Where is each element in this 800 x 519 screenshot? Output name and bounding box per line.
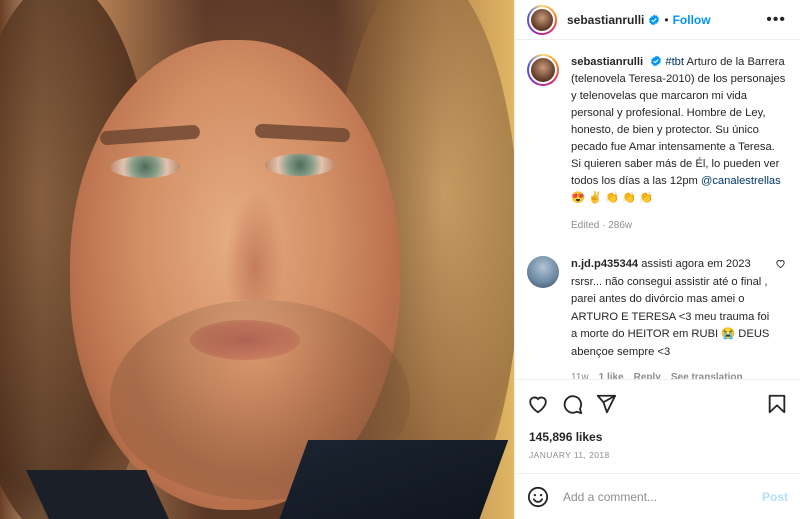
comment-actions: 11w 1 like Reply See translation — [571, 369, 771, 379]
caption-text: sebastianrulli #tbt Arturo de la Barrera… — [571, 54, 786, 234]
comment-composer: Post — [515, 473, 800, 519]
comment-time[interactable]: 11w — [571, 369, 589, 379]
comment-text: assisti agora em 2023 rsrsr... não conse… — [571, 258, 770, 358]
post-sidebar: sebastianrulli • Follow ••• sebastianrul… — [514, 0, 800, 519]
post-header: sebastianrulli • Follow ••• — [515, 0, 800, 40]
save-bookmark-icon[interactable] — [766, 393, 788, 415]
comment-bubble-icon[interactable] — [561, 393, 583, 415]
comment-body: n.jd.p435344 assisti agora em 2023 rsrsr… — [571, 256, 771, 379]
photo-eye-left — [110, 156, 180, 178]
follow-button[interactable]: Follow — [673, 13, 711, 27]
photo-eye-right — [265, 154, 335, 176]
photo-collar-right — [271, 440, 509, 519]
more-options-icon[interactable]: ••• — [766, 11, 786, 28]
author-avatar-photo — [529, 6, 555, 33]
caption-username[interactable]: sebastianrulli — [571, 56, 643, 68]
add-comment-input[interactable] — [563, 489, 762, 504]
commenter-avatar-photo — [527, 256, 559, 288]
caption-row: sebastianrulli #tbt Arturo de la Barrera… — [527, 54, 786, 234]
caption-mention[interactable]: @canalestrellas — [701, 175, 781, 187]
caption-avatar[interactable] — [527, 54, 559, 86]
author-avatar[interactable] — [527, 4, 557, 35]
share-paper-plane-icon[interactable] — [595, 393, 617, 415]
instagram-post-modal: sebastianrulli • Follow ••• sebastianrul… — [0, 0, 800, 519]
comments-section: sebastianrulli #tbt Arturo de la Barrera… — [515, 40, 800, 379]
commenter-avatar[interactable] — [527, 256, 559, 288]
likes-count[interactable]: 145,896 likes — [515, 427, 800, 447]
author-username[interactable]: sebastianrulli — [567, 13, 644, 27]
caption-emojis: 😍 ✌ 👏 👏 👏 — [571, 192, 654, 204]
caption-meta: Edited · 286w — [571, 220, 633, 231]
action-bar — [515, 379, 800, 427]
post-photo[interactable] — [0, 0, 514, 519]
header-separator: • — [664, 12, 669, 27]
comment-reply-button[interactable]: Reply — [634, 369, 661, 379]
comment-likes[interactable]: 1 like — [599, 369, 624, 379]
see-translation-button[interactable]: See translation — [671, 369, 743, 379]
caption-verified-icon — [651, 55, 662, 67]
comment-row: n.jd.p435344 assisti agora em 2023 rsrsr… — [527, 256, 786, 379]
post-comment-button[interactable]: Post — [762, 490, 788, 504]
verified-badge-icon — [649, 14, 660, 25]
caption-body: Arturo de la Barrera (telenovela Teresa-… — [571, 56, 786, 187]
caption-hashtag[interactable]: #tbt — [665, 56, 684, 68]
caption-avatar-photo — [529, 56, 557, 84]
comment-like-heart-icon[interactable] — [775, 258, 786, 269]
photo-nose — [225, 190, 285, 300]
post-date[interactable]: JANUARY 11, 2018 — [515, 447, 800, 467]
emoji-smiley-icon[interactable] — [527, 486, 549, 508]
like-heart-icon[interactable] — [527, 393, 549, 415]
commenter-username[interactable]: n.jd.p435344 — [571, 258, 638, 270]
